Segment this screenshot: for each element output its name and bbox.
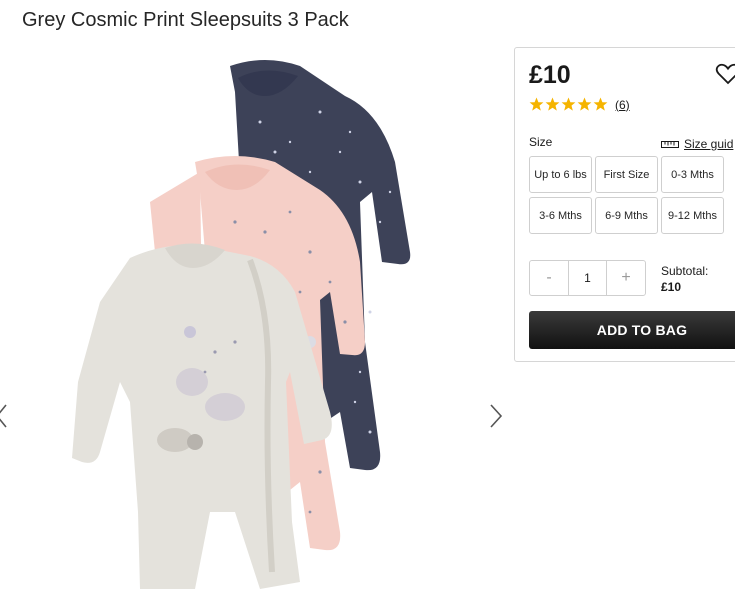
rating: (6) (529, 97, 630, 112)
star-icon (529, 97, 544, 112)
size-options: Up to 6 lbs First Size 0-3 Mths 3-6 Mths… (529, 156, 724, 234)
prev-image-button[interactable] (0, 402, 10, 430)
size-option-up-to-6-lbs[interactable]: Up to 6 lbs (529, 156, 592, 193)
size-option-first-size[interactable]: First Size (595, 156, 658, 193)
subtotal-value: £10 (661, 280, 682, 294)
size-guide-label: Size guid (684, 137, 734, 151)
quantity-input[interactable]: 1 (568, 261, 607, 295)
size-label: Size (529, 135, 553, 149)
add-to-bag-button[interactable]: ADD TO BAG (529, 311, 735, 349)
chevron-left-icon (0, 404, 7, 428)
review-count-link[interactable]: (6) (615, 98, 630, 112)
star-icon (561, 97, 576, 112)
size-option-0-3-mths[interactable]: 0-3 Mths (661, 156, 724, 193)
ruler-icon (661, 141, 679, 148)
quantity-stepper: - 1 + (529, 260, 646, 296)
decrease-quantity-button[interactable]: - (530, 261, 568, 295)
wishlist-button[interactable] (715, 63, 735, 85)
size-option-6-9-mths[interactable]: 6-9 Mths (595, 197, 658, 234)
price: £10 (529, 61, 571, 89)
size-guide-link[interactable]: Size guid (661, 137, 733, 151)
subtotal-label: Subtotal: (661, 264, 709, 278)
subtotal: Subtotal: £10 (661, 263, 708, 295)
next-image-button[interactable] (488, 402, 504, 430)
star-icon (593, 97, 608, 112)
product-image[interactable] (60, 52, 440, 589)
chevron-right-icon (490, 404, 503, 428)
purchase-panel: £10 (6) Size Size guid Up to 6 lbs First… (514, 47, 735, 362)
increase-quantity-button[interactable]: + (607, 261, 645, 295)
star-icon (545, 97, 560, 112)
product-title: Grey Cosmic Print Sleepsuits 3 Pack (22, 9, 349, 31)
size-option-3-6-mths[interactable]: 3-6 Mths (529, 197, 592, 234)
heart-icon (715, 63, 735, 85)
star-icon (577, 97, 592, 112)
size-option-9-12-mths[interactable]: 9-12 Mths (661, 197, 724, 234)
